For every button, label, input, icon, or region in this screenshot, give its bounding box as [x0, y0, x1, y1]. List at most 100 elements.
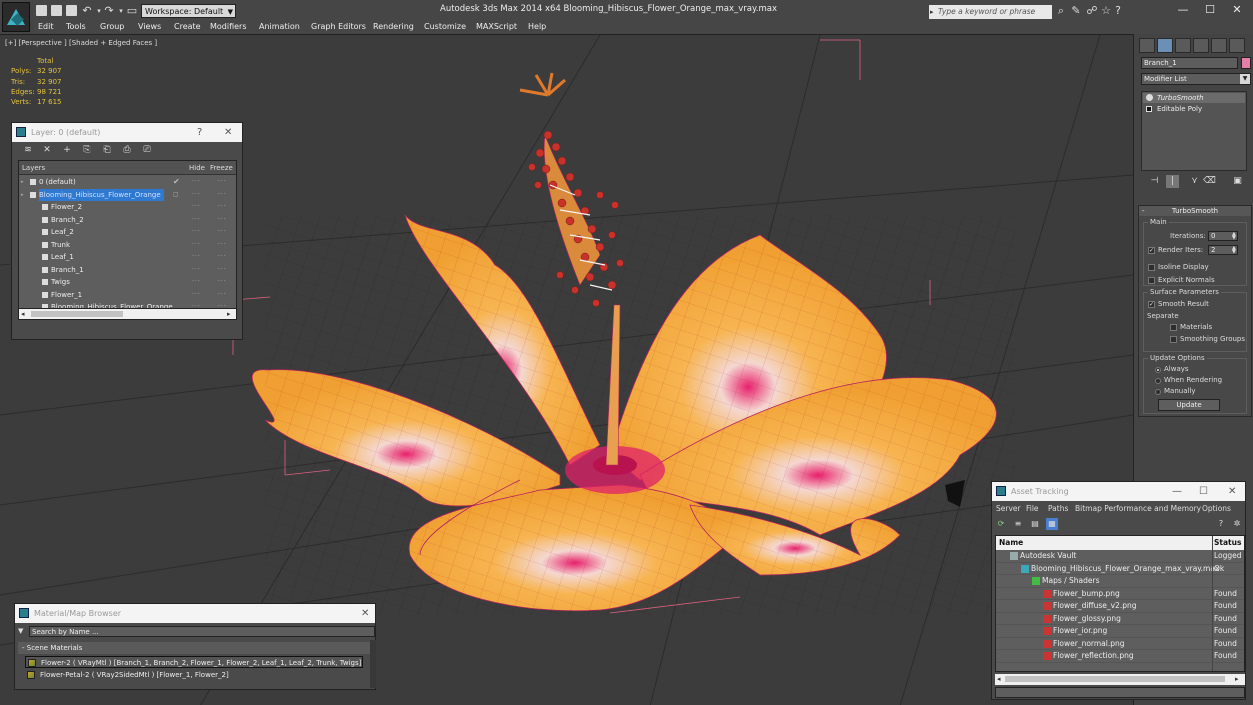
spinner-arrows-icon[interactable]: ▲ ▼	[1232, 232, 1237, 241]
hide-toggle[interactable]: ···	[192, 189, 201, 202]
asset-row[interactable]: Flower_normal.png Found	[996, 638, 1244, 650]
help-button[interactable]: ?	[197, 123, 202, 142]
layer-row[interactable]: Twigs ··· ···	[19, 276, 236, 289]
expand-arrow-icon[interactable]: ▸	[21, 189, 24, 202]
freeze-toggle[interactable]: ···	[218, 214, 227, 227]
menu-server[interactable]: Server	[996, 504, 1021, 513]
search-input[interactable]: ▸ Type a keyword or phrase	[929, 5, 1052, 19]
menu-graph-editors[interactable]: Graph Editors	[311, 22, 366, 31]
freeze-toggle[interactable]: ···	[218, 176, 227, 189]
layer-row[interactable]: Leaf_1 ··· ···	[19, 251, 236, 264]
display-tab-icon[interactable]	[1211, 38, 1227, 53]
scroll-right-icon[interactable]: ▸	[227, 309, 231, 320]
spinner-arrows-icon[interactable]: ▲ ▼	[1232, 246, 1237, 255]
table-view-icon[interactable]: ▦	[1046, 518, 1058, 530]
favorites-star-icon[interactable]: ☆	[1100, 5, 1112, 17]
asset-row[interactable]: Flower_glossy.png Found	[996, 613, 1244, 625]
column-separator[interactable]	[1212, 536, 1213, 671]
remove-modifier-icon[interactable]: ⌫	[1203, 175, 1216, 188]
subscription-icon[interactable]: ✎	[1070, 5, 1082, 17]
explicit-normals-checkbox[interactable]	[1148, 277, 1155, 284]
iterations-spinner[interactable]: 0 ▲ ▼	[1208, 231, 1238, 241]
open-file-icon[interactable]	[51, 5, 62, 16]
hide-toggle[interactable]: ···	[192, 276, 201, 289]
menu-create[interactable]: Create	[174, 22, 201, 31]
minimize-button[interactable]: —	[1172, 2, 1194, 18]
freeze-toggle[interactable]: ···	[218, 276, 227, 289]
hide-toggle[interactable]: ···	[192, 251, 201, 264]
close-button[interactable]: ✕	[1226, 2, 1248, 18]
column-status[interactable]: Status	[1214, 536, 1241, 550]
menu-customize[interactable]: Customize	[424, 22, 466, 31]
asset-row[interactable]: Maps / Shaders	[996, 575, 1244, 588]
column-name[interactable]: Name	[999, 536, 1023, 550]
add-selection-icon[interactable]: ⎘	[81, 144, 93, 156]
layer-manager-icon[interactable]: ≋	[22, 144, 34, 156]
horizontal-scrollbar[interactable]: ◂ ▸	[19, 308, 236, 319]
hide-toggle[interactable]: ···	[192, 264, 201, 277]
column-layers[interactable]: Layers	[22, 161, 45, 175]
hide-toggle[interactable]: ···	[192, 176, 201, 189]
layer-row[interactable]: ▸ Blooming_Hibiscus_Flower_Orange ▢ ··· ···	[19, 188, 236, 202]
workspace-dropdown[interactable]: Workspace: Default ▼	[141, 4, 236, 18]
help-icon[interactable]: ?	[1112, 5, 1124, 17]
menu-rendering[interactable]: Rendering	[373, 22, 414, 31]
make-unique-icon[interactable]: ⋎	[1188, 175, 1201, 188]
render-iters-spinner[interactable]: 2 ▲ ▼	[1208, 245, 1238, 255]
highlight-layer-icon[interactable]: ⎙	[121, 144, 133, 156]
pin-stack-icon[interactable]: ⊣	[1148, 175, 1161, 188]
layer-row[interactable]: Branch_2 ··· ···	[19, 214, 236, 227]
scroll-left-icon[interactable]: ◂	[997, 674, 1001, 685]
asset-row[interactable]: Flower_bump.png Found	[996, 588, 1244, 600]
update-when-rendering-radio[interactable]	[1155, 378, 1161, 384]
binoculars-icon[interactable]: ⌕	[1055, 5, 1067, 17]
asset-row[interactable]: Flower_diffuse_v2.png Found	[996, 600, 1244, 613]
update-always-radio[interactable]	[1155, 367, 1161, 373]
undo-icon[interactable]: ↶	[81, 5, 93, 17]
maximize-button[interactable]: ☐	[1199, 2, 1221, 18]
close-button[interactable]: ✕	[361, 604, 369, 623]
material-browser-titlebar[interactable]: Material/Map Browser ✕	[15, 604, 375, 623]
update-manually-radio[interactable]	[1155, 389, 1161, 395]
freeze-toggle[interactable]: ···	[218, 201, 227, 214]
material-item[interactable]: Flower-Petal-2 ( VRay2SidedMtl ) [Flower…	[25, 669, 363, 681]
app-logo-button[interactable]	[2, 2, 30, 32]
column-freeze[interactable]: Freeze	[210, 161, 233, 175]
expand-arrow-icon[interactable]: ▸	[21, 176, 24, 189]
create-layer-icon[interactable]: +	[61, 144, 73, 156]
freeze-toggle[interactable]: ···	[218, 226, 227, 239]
layer-row[interactable]: Branch_1 ··· ···	[19, 264, 236, 277]
hide-toggle[interactable]: ···	[192, 201, 201, 214]
layer-row[interactable]: Trunk ··· ···	[19, 239, 236, 252]
menu-help[interactable]: Help	[528, 22, 546, 31]
menu-views[interactable]: Views	[138, 22, 161, 31]
asset-row[interactable]: Blooming_Hibiscus_Flower_Orange_max_vray…	[996, 563, 1244, 575]
object-color-swatch[interactable]	[1241, 57, 1251, 69]
horizontal-scrollbar[interactable]: ◂ ▸	[995, 674, 1245, 685]
hide-toggle[interactable]: ···	[192, 289, 201, 302]
render-iters-checkbox[interactable]: ✓	[1148, 247, 1155, 254]
separate-smoothing-groups-checkbox[interactable]	[1170, 336, 1177, 343]
menu-edit[interactable]: Edit	[38, 22, 54, 31]
asset-row[interactable]: Autodesk Vault Logged O	[996, 550, 1244, 563]
menu-group[interactable]: Group	[100, 22, 124, 31]
freeze-toggle[interactable]: ···	[218, 289, 227, 302]
maximize-button[interactable]: ☐	[1199, 482, 1208, 501]
asset-tracking-titlebar[interactable]: Asset Tracking — ☐ ✕	[992, 482, 1245, 501]
help-icon[interactable]: ?	[1215, 518, 1227, 530]
scrollbar-thumb[interactable]	[1005, 676, 1225, 682]
asset-row[interactable]: Flower_reflection.png Found	[996, 650, 1244, 663]
asset-path-field[interactable]	[995, 687, 1245, 698]
smooth-result-checkbox[interactable]: ✓	[1148, 301, 1155, 308]
scroll-right-icon[interactable]: ▸	[1235, 674, 1239, 685]
layer-row[interactable]: Flower_1 ··· ···	[19, 289, 236, 302]
menu-tools[interactable]: Tools	[66, 22, 86, 31]
hierarchy-tab-icon[interactable]	[1175, 38, 1191, 53]
material-search-input[interactable]: Search by Name ...	[29, 626, 375, 637]
active-layer-check-icon[interactable]: ✔	[173, 176, 181, 189]
list-view-icon[interactable]: ≡	[1012, 518, 1024, 530]
freeze-toggle[interactable]: ···	[218, 251, 227, 264]
vertical-scrollbar[interactable]	[370, 640, 376, 688]
thumbnail-view-icon[interactable]: ▤	[1029, 518, 1041, 530]
project-folder-icon[interactable]: ▭	[126, 5, 138, 17]
